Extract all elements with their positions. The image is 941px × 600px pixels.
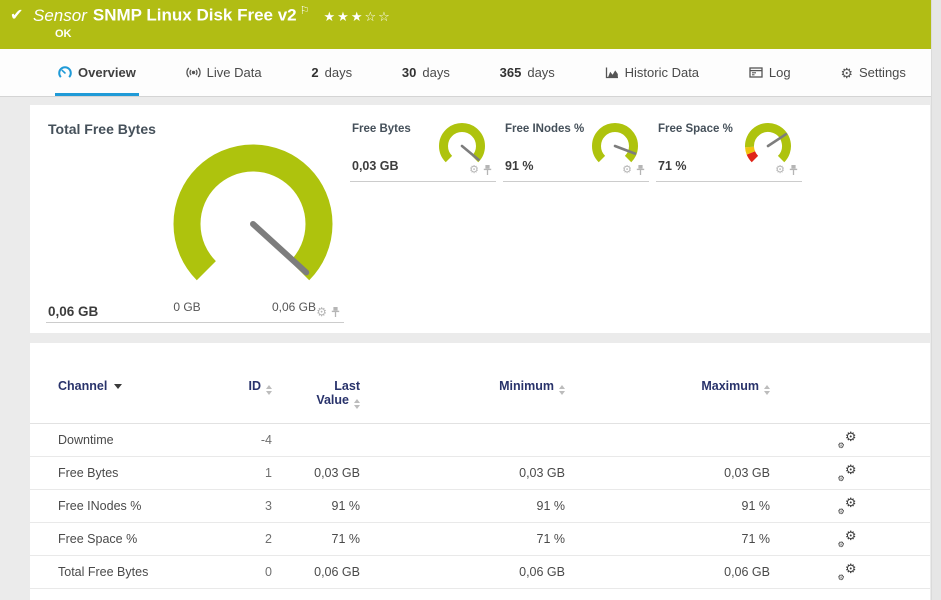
gauge-value: 0,03 GB — [352, 159, 399, 173]
tab-365-days[interactable]: 365 days — [497, 49, 558, 96]
gauge-title: Free INodes % — [505, 123, 585, 135]
channel-name[interactable]: Free Bytes — [58, 466, 208, 480]
tab-settings[interactable]: ⚙ Settings — [837, 49, 909, 96]
column-header-minimum[interactable]: Minimum — [360, 379, 565, 395]
page-scrollbar[interactable] — [931, 0, 941, 600]
sort-icon — [354, 399, 360, 409]
tab-30-days[interactable]: 30 days — [399, 49, 453, 96]
table-row[interactable]: Free Space % 2 71 % 71 % 71 % ⚙ ⚙ — [30, 523, 930, 556]
gauge-value: 71 % — [658, 159, 687, 173]
channel-last-value: 0,03 GB — [314, 466, 360, 480]
flag-icon[interactable]: ⚐ — [300, 5, 310, 17]
channel-minimum: 0,03 GB — [519, 466, 565, 480]
channel-name[interactable]: Downtime — [58, 433, 208, 447]
channel-settings-gears-icon[interactable]: ⚙ ⚙ — [838, 463, 857, 483]
gauge-tile-free-bytes[interactable]: Free Bytes 0,03 GB ⚙ — [350, 115, 496, 182]
sensor-type-label: Sensor — [33, 5, 87, 25]
channel-maximum: 71 % — [741, 532, 771, 546]
gauge-title: Free Space % — [658, 123, 733, 135]
status-ok-check-icon: ✔ — [10, 7, 24, 24]
channel-settings-gear-icon[interactable]: ⚙ — [316, 306, 327, 318]
channels-table-panel: Channel ID Last Value Minimum Maximum Do… — [30, 343, 930, 600]
tab-bar: Overview Live Data 2 days 30 days 365 da… — [0, 49, 931, 97]
tab-live-data[interactable]: Live Data — [183, 49, 265, 96]
gauge-title: Total Free Bytes — [48, 121, 156, 137]
pin-icon[interactable] — [636, 164, 645, 176]
gauge-value: 91 % — [505, 159, 534, 173]
channel-id: 1 — [265, 466, 272, 480]
sensor-name: SNMP Linux Disk Free v2 — [92, 5, 297, 25]
total-free-bytes-gauge — [168, 139, 338, 309]
channel-id: 0 — [265, 565, 272, 579]
gauge-icon — [58, 65, 72, 78]
gauge-tile-total-free-bytes[interactable]: Total Free Bytes 0 GB 0,06 GB 0,06 GB ⚙ — [46, 115, 344, 323]
tab-overview[interactable]: Overview — [55, 49, 139, 96]
channel-name[interactable]: Free Space % — [58, 532, 208, 546]
channel-name[interactable]: Total Free Bytes — [58, 565, 208, 579]
channel-settings-gear-icon[interactable]: ⚙ — [469, 164, 479, 176]
channel-maximum: 0,03 GB — [724, 466, 770, 480]
tab-historic-data[interactable]: Historic Data — [602, 49, 702, 96]
gauge-value: 0,06 GB — [48, 304, 99, 319]
table-row[interactable]: Free Bytes 1 0,03 GB 0,03 GB 0,03 GB ⚙ ⚙ — [30, 457, 930, 490]
priority-stars[interactable]: ★★★☆☆ — [324, 9, 392, 24]
table-header-row: Channel ID Last Value Minimum Maximum — [30, 379, 930, 424]
pin-icon[interactable] — [789, 164, 798, 176]
pin-icon[interactable] — [331, 306, 340, 318]
status-badge: OK — [55, 28, 72, 40]
sort-desc-icon — [114, 384, 123, 389]
small-gauge-tiles: Free Bytes 0,03 GB ⚙ Free INodes % 91 % … — [350, 115, 802, 182]
table-row[interactable]: Free INodes % 3 91 % 91 % 91 % ⚙ ⚙ — [30, 490, 930, 523]
channel-name[interactable]: Free INodes % — [58, 499, 208, 513]
channel-settings-gears-icon[interactable]: ⚙ ⚙ — [838, 562, 857, 582]
column-header-channel[interactable]: Channel — [58, 379, 208, 393]
channel-minimum: 71 % — [536, 532, 566, 546]
pin-icon[interactable] — [483, 164, 492, 176]
channel-settings-gears-icon[interactable]: ⚙ ⚙ — [838, 496, 857, 516]
channel-id: -4 — [260, 433, 272, 447]
channel-id: 2 — [265, 532, 272, 546]
channel-settings-gear-icon[interactable]: ⚙ — [622, 164, 632, 176]
channel-maximum: 91 % — [741, 499, 771, 513]
channel-id: 3 — [265, 499, 272, 513]
column-header-last-value[interactable]: Last Value — [272, 379, 360, 409]
channel-last-value: 91 % — [331, 499, 361, 513]
area-chart-icon — [605, 67, 618, 79]
live-data-icon — [186, 67, 201, 78]
channel-last-value: 71 % — [331, 532, 361, 546]
table-row[interactable]: Total Free Bytes 0 0,06 GB 0,06 GB 0,06 … — [30, 556, 930, 589]
log-icon — [749, 67, 763, 78]
sort-icon — [764, 385, 770, 395]
column-header-id[interactable]: ID — [208, 379, 272, 395]
channel-settings-gear-icon[interactable]: ⚙ — [775, 164, 785, 176]
column-header-maximum[interactable]: Maximum — [565, 379, 770, 395]
gauge-title: Free Bytes — [352, 123, 411, 135]
channel-settings-gears-icon[interactable]: ⚙ ⚙ — [838, 430, 857, 450]
channel-minimum: 0,06 GB — [519, 565, 565, 579]
tab-2-days[interactable]: 2 days — [308, 49, 355, 96]
channel-last-value: 0,06 GB — [314, 565, 360, 579]
gear-icon: ⚙ — [840, 64, 853, 81]
table-body: Downtime -4 ⚙ ⚙ Free Bytes 1 0,03 GB 0,03… — [30, 424, 930, 589]
gauges-panel: Total Free Bytes 0 GB 0,06 GB 0,06 GB ⚙ … — [30, 105, 930, 333]
tab-log[interactable]: Log — [746, 49, 794, 96]
gauge-tile-free-space[interactable]: Free Space % 71 % ⚙ — [656, 115, 802, 182]
sensor-status-header: ✔ Sensor SNMP Linux Disk Free v2 ⚐ ★★★☆☆ OK — [0, 0, 931, 49]
channel-minimum: 91 % — [536, 499, 566, 513]
gauge-tile-free-inodes[interactable]: Free INodes % 91 % ⚙ — [503, 115, 649, 182]
channel-settings-gears-icon[interactable]: ⚙ ⚙ — [838, 529, 857, 549]
channel-maximum: 0,06 GB — [724, 565, 770, 579]
sensor-title: Sensor SNMP Linux Disk Free v2 ⚐ ★★★☆☆ — [33, 4, 392, 26]
table-row[interactable]: Downtime -4 ⚙ ⚙ — [30, 424, 930, 457]
